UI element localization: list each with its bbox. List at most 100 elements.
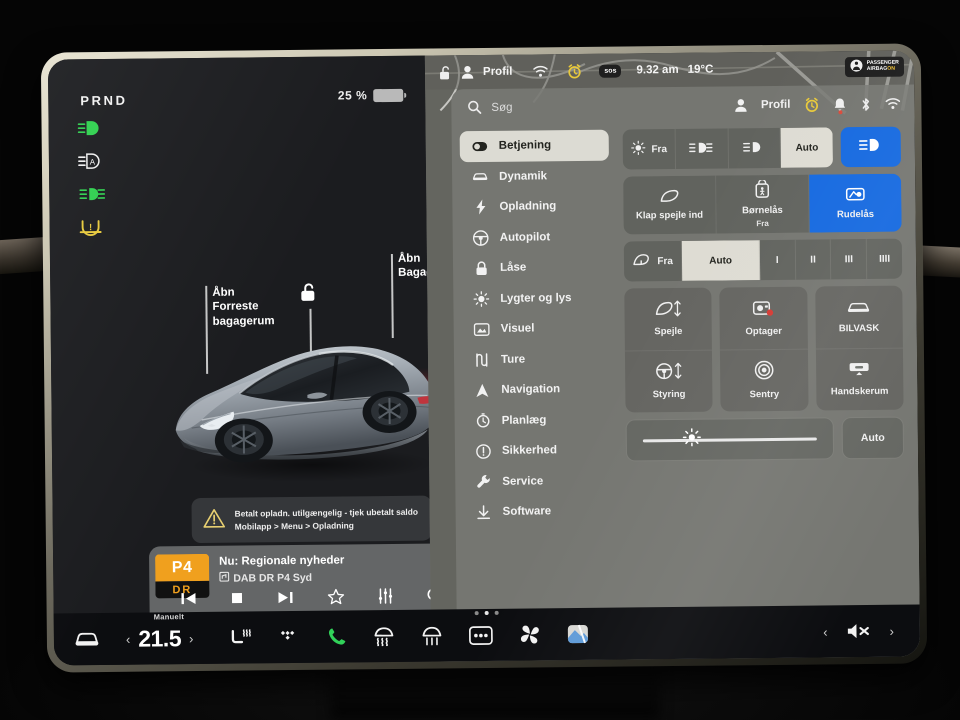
warning-triangle-icon — [203, 507, 226, 533]
wifi-icon[interactable] — [885, 98, 901, 110]
sentry-mode-button[interactable]: Sentry — [720, 348, 809, 412]
toggle-switch-icon — [472, 141, 488, 152]
unlock-icon[interactable] — [439, 65, 452, 80]
volume-controls: ‹ › — [823, 622, 900, 641]
unlock-icon[interactable] — [300, 282, 317, 307]
dashcam-button[interactable]: Optager — [720, 287, 808, 349]
logo-p4-text: P4 — [155, 553, 210, 582]
vehicle-render[interactable] — [160, 305, 462, 493]
status-profile-label[interactable]: Profil — [483, 66, 513, 78]
front-defrost-icon[interactable] — [421, 626, 443, 645]
volume-up-button[interactable]: › — [889, 623, 894, 638]
steering-wheel-icon — [472, 229, 489, 246]
brightness-slider[interactable] — [625, 417, 835, 462]
settings-tile-grid: Spejle Styring Optager Sentry BILVASK Ha… — [624, 285, 904, 413]
brightness-sun-icon[interactable] — [682, 428, 701, 452]
bluetooth-icon[interactable] — [860, 96, 871, 111]
mirrors-adjust-button[interactable]: Spejle — [624, 288, 712, 350]
sidebar-item-service[interactable]: Service — [463, 465, 612, 497]
wiper-speed-1-label: I — [775, 254, 779, 266]
sidebar-item-software[interactable]: Software — [463, 496, 612, 528]
equalizer-icon[interactable] — [377, 588, 393, 609]
car-front-icon[interactable] — [74, 629, 100, 649]
sidebar-item-visuel[interactable]: Visuel — [462, 313, 611, 345]
phone-icon[interactable] — [327, 626, 347, 646]
headlights-off-button[interactable]: Fra — [622, 128, 676, 170]
battery-icon — [373, 88, 404, 102]
fold-mirrors-label: Klap spejle ind — [635, 209, 704, 222]
taskbar-icon-row — [229, 623, 589, 649]
airbag-badge-text: PASSENGER AIRBAGON — [867, 60, 899, 73]
sidebar-label: Lygter og lys — [500, 291, 572, 305]
previous-icon[interactable] — [180, 591, 196, 611]
battery-indicator: 25 % — [338, 88, 404, 103]
temperature-decrease-button[interactable]: ‹ — [126, 631, 131, 646]
volume-down-button[interactable]: ‹ — [823, 624, 828, 639]
sidebar-item-lygter-og-lys[interactable]: Lygter og lys — [461, 282, 610, 314]
sidebar-item-opladning[interactable]: Opladning — [460, 191, 609, 223]
search-input[interactable]: Søg — [467, 99, 513, 116]
temperature-value[interactable]: 21.5 — [138, 625, 181, 652]
sidebar-item-planlaeg[interactable]: Planlæg — [462, 404, 611, 436]
tidal-icon[interactable] — [277, 629, 301, 645]
banner-text: Betalt opladn. utilgængelig - tjek ubeta… — [235, 506, 419, 532]
glovebox-button[interactable]: Handskerum — [815, 347, 904, 411]
wiper-speed-3-button[interactable]: III — [831, 238, 868, 280]
stop-icon[interactable] — [229, 590, 244, 610]
tesla-touchscreen: PRND 25 % A ! Åbn Forreste bagagerum Åbn… — [47, 50, 921, 666]
high-beam-button[interactable] — [840, 126, 902, 168]
charging-notification-banner[interactable]: Betalt opladn. utilgængelig - tjek ubeta… — [191, 495, 432, 544]
wrench-icon — [475, 474, 491, 489]
fan-icon[interactable] — [519, 623, 541, 645]
sidebar-item-ture[interactable]: Ture — [462, 343, 611, 375]
temperature-increase-button[interactable]: › — [189, 631, 194, 646]
profile-avatar-icon[interactable] — [461, 65, 474, 79]
sidebar-item-sikkerhed[interactable]: Sikkerhed — [463, 435, 612, 467]
page-dot — [494, 610, 499, 615]
low-beam-button[interactable] — [728, 127, 782, 169]
wiper-auto-button[interactable]: Auto — [682, 240, 761, 281]
headlights-auto-button[interactable]: Auto — [780, 127, 834, 168]
car-wash-button[interactable]: BILVASK — [815, 286, 903, 348]
rear-defrost-icon[interactable] — [373, 626, 395, 646]
next-icon[interactable] — [278, 590, 294, 610]
settings-profile-label[interactable]: Profil — [761, 99, 791, 111]
sidebar-item-dynamik[interactable]: Dynamik — [460, 160, 609, 192]
alarm-clock-icon[interactable] — [567, 63, 582, 78]
wiper-speed-1-button[interactable]: I — [759, 239, 796, 281]
search-placeholder: Søg — [491, 101, 513, 114]
settings-top-right-icons: Profil — [734, 96, 901, 114]
seat-heater-icon[interactable] — [229, 627, 252, 647]
sidebar-item-betjening[interactable]: Betjening — [459, 129, 609, 162]
sos-button[interactable]: sos — [599, 64, 622, 78]
dots-menu-icon[interactable] — [469, 625, 494, 645]
wiper-speed-2-button[interactable]: II — [795, 239, 832, 280]
wiper-speed-4-button[interactable]: IIII — [867, 239, 902, 279]
steering-adjust-button[interactable]: Styring — [624, 349, 713, 413]
sidebar-item-navigation[interactable]: Navigation — [462, 374, 611, 406]
notification-bell-icon[interactable] — [833, 97, 846, 114]
wifi-icon[interactable] — [533, 65, 549, 77]
sidebar-item-laase[interactable]: Låse — [461, 252, 610, 284]
favorite-star-icon[interactable] — [327, 588, 344, 609]
child-lock-button[interactable]: Børnelås Fra — [716, 174, 810, 234]
navigation-arrow-icon — [474, 383, 490, 398]
glovebox-label: Handskerum — [830, 386, 889, 398]
alarm-clock-icon[interactable] — [804, 97, 819, 112]
fog-light-button[interactable] — [675, 128, 729, 169]
sidebar-item-autopilot[interactable]: Autopilot — [461, 221, 610, 253]
volume-mute-icon[interactable] — [845, 622, 871, 640]
car-icon — [472, 171, 488, 182]
download-icon — [476, 505, 492, 520]
maps-app-icon[interactable] — [567, 624, 589, 644]
profile-avatar-icon[interactable] — [734, 98, 747, 112]
fold-mirrors-button[interactable]: Klap spejle ind — [623, 175, 717, 235]
bottom-taskbar: Manuelt ‹ 21.5 › ‹ › — [53, 604, 921, 666]
brightness-auto-button[interactable]: Auto — [841, 416, 905, 460]
steering-label: Styring — [652, 389, 686, 401]
sidebar-label: Dynamik — [499, 170, 548, 183]
vehicle-status-pane: PRND 25 % A ! Åbn Forreste bagagerum Åbn… — [47, 55, 474, 666]
window-lock-button[interactable]: Rudelås — [809, 173, 902, 233]
wiper-off-button[interactable]: Fra — [623, 240, 683, 282]
sidebar-label: Service — [502, 475, 544, 488]
